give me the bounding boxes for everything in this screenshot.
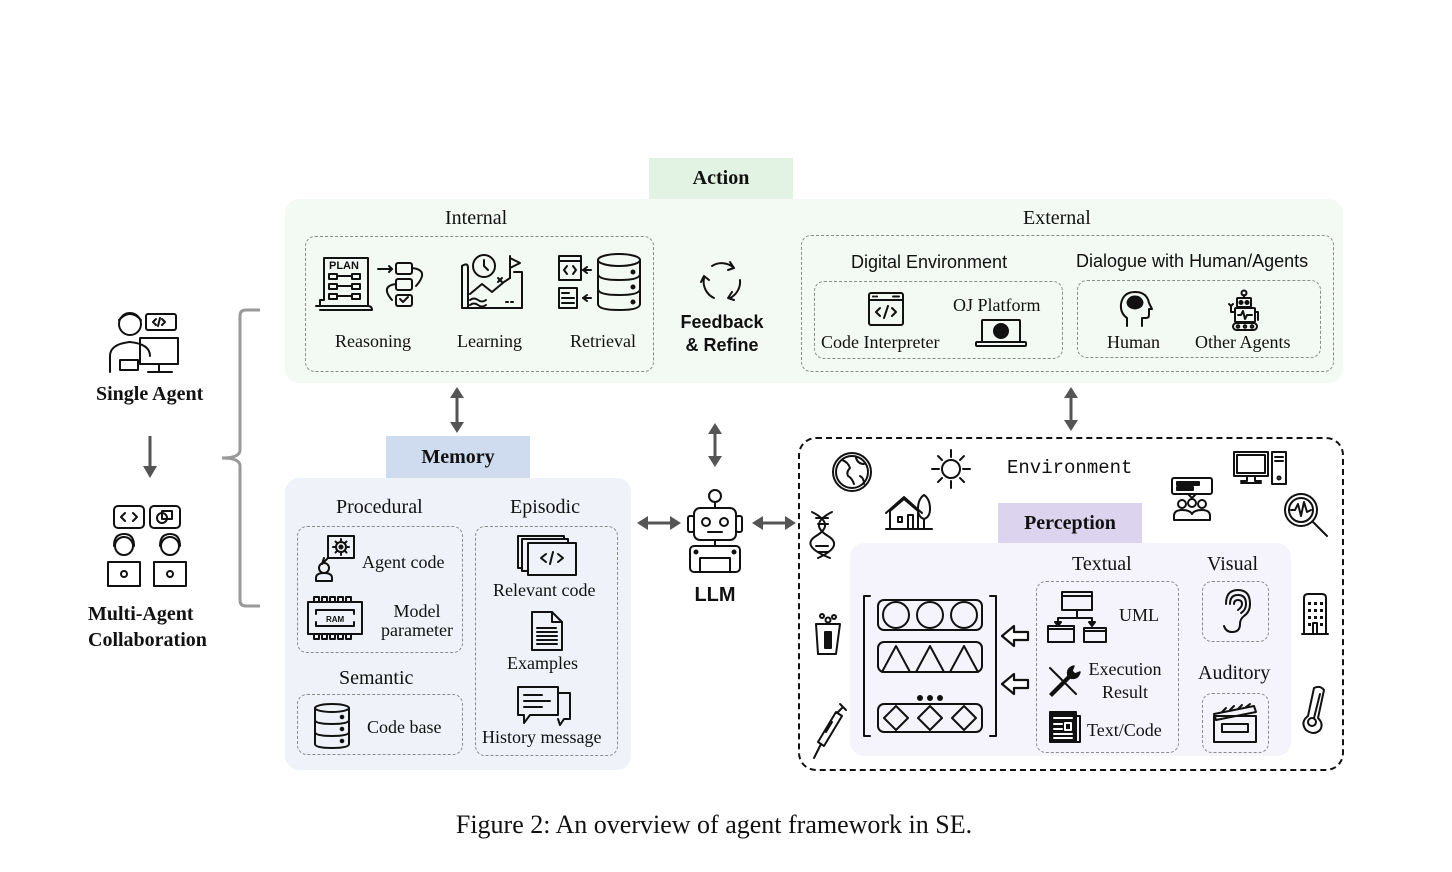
feedback-label-line2: & Refine: [685, 335, 759, 355]
oj-platform-laptop-icon: [975, 319, 1027, 347]
input-arrow-upper: [1000, 624, 1030, 648]
episodic-title: Episodic: [510, 496, 580, 518]
svg-text:RAM: RAM: [326, 615, 345, 624]
code-base-label: Code base: [367, 717, 442, 737]
textual-title: Textual: [1072, 553, 1132, 575]
desktop-computer-icon: [1233, 451, 1287, 485]
procedural-title: Procedural: [336, 496, 423, 518]
feedback-refine-cycle-icon: [700, 261, 742, 301]
oj-platform-label: OJ Platform: [953, 295, 1041, 315]
multi-agent-label-line1: Multi-Agent: [88, 603, 194, 625]
external-title: External: [1023, 207, 1091, 229]
syringe-icon: [813, 703, 847, 759]
building-icon: [1301, 593, 1329, 635]
uml-label: UML: [1119, 605, 1159, 625]
human-label: Human: [1107, 332, 1160, 352]
dna-icon: [809, 511, 836, 559]
examples-label: Examples: [507, 653, 578, 673]
figure-caption: Figure 2: An overview of agent framework…: [455, 810, 973, 839]
single-agent-label: Single Agent: [96, 383, 204, 405]
perception-tag: Perception: [998, 503, 1142, 544]
house-tree-icon: [885, 494, 933, 530]
down-arrow: [143, 436, 157, 478]
auditory-title: Auditory: [1198, 662, 1271, 684]
relevant-code-icon: [517, 535, 577, 576]
svg-text:PLAN: PLAN: [329, 260, 359, 272]
multi-agent-label-line2: Collaboration: [88, 629, 207, 651]
code-interpreter-icon: [868, 292, 904, 326]
retrieval-label: Retrieval: [570, 331, 636, 351]
visual-title: Visual: [1207, 553, 1259, 575]
semantic-title: Semantic: [339, 667, 414, 689]
history-message-label: History message: [482, 727, 602, 747]
execution-result-label-line1: Execution: [1088, 659, 1162, 679]
ram-chip-icon: RAM: [307, 596, 363, 640]
code-base-database-icon: [314, 703, 350, 749]
environment-action-arrow: [1064, 387, 1078, 431]
agent-code-icon: [315, 535, 355, 582]
ear-icon: [1223, 589, 1251, 633]
retrieval-database-icon: [558, 253, 641, 311]
examples-document-icon: [531, 611, 563, 651]
reasoning-plan-icon: PLAN: [315, 257, 423, 311]
human-head-brain-icon: [1119, 291, 1153, 327]
learning-label: Learning: [457, 331, 522, 351]
model-parameter-label-line1: Model: [393, 601, 441, 621]
internal-title: Internal: [445, 207, 508, 229]
code-interpreter-label: Code Interpreter: [821, 332, 940, 352]
agent-code-label: Agent code: [362, 552, 445, 572]
feature-matrix-icon: [863, 595, 997, 737]
curly-brace: [221, 308, 260, 608]
magnifier-waveform-icon: [1284, 493, 1328, 537]
multi-agent-icon: [107, 505, 187, 587]
uml-diagram-icon: [1047, 591, 1107, 643]
reasoning-label: Reasoning: [335, 331, 411, 351]
environment-title: Environment: [1007, 457, 1133, 479]
llm-environment-arrow: [752, 516, 796, 530]
wrench-screwdriver-tools-icon: [1049, 665, 1081, 697]
presentation-group-icon: [1171, 477, 1213, 521]
sun-icon: [931, 449, 971, 489]
input-arrow-lower: [1000, 672, 1030, 696]
dialogue-title: Dialogue with Human/Agents: [1076, 251, 1309, 271]
memory-tag: Memory: [386, 436, 530, 479]
llm-robot-icon: [687, 489, 743, 573]
relevant-code-label: Relevant code: [493, 580, 596, 600]
single-agent-icon: [109, 312, 179, 373]
execution-result-label-line2: Result: [1101, 682, 1148, 702]
memory-llm-arrow: [637, 516, 681, 530]
model-parameter-label-line2: parameter: [381, 620, 453, 640]
globe-icon: [832, 452, 872, 492]
memory-action-arrow: [450, 387, 464, 433]
learning-map-icon: [461, 254, 523, 309]
digital-environment-title: Digital Environment: [851, 252, 1008, 272]
llm-label: LLM: [694, 584, 736, 606]
action-tag: Action: [649, 158, 793, 199]
other-agents-robot-icon: [1228, 289, 1259, 331]
feedback-label-line1: Feedback: [680, 312, 764, 332]
history-message-icon: [517, 686, 571, 726]
text-code-newspaper-icon: [1049, 711, 1081, 743]
chemistry-beaker-icon: [815, 613, 841, 655]
other-agents-label: Other Agents: [1195, 332, 1291, 352]
llm-action-arrow: [708, 423, 722, 467]
clapperboard-icon: [1213, 703, 1257, 743]
thermometer-icon: [1302, 685, 1325, 734]
text-code-label: Text/Code: [1087, 720, 1162, 740]
